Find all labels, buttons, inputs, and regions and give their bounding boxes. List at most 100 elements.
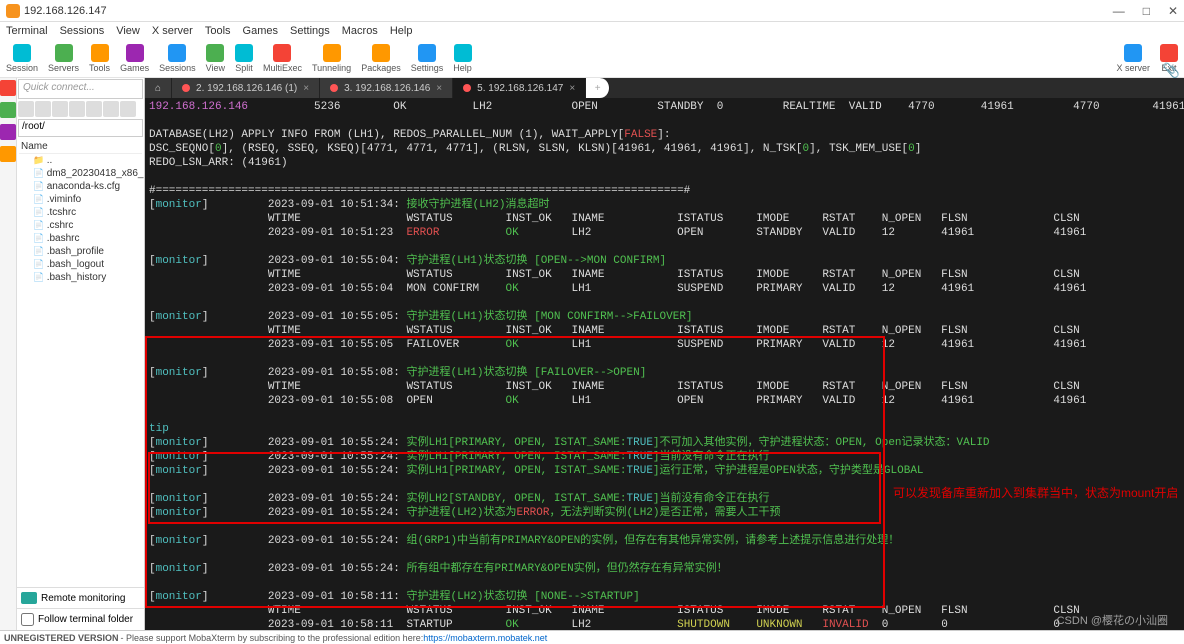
close-button[interactable]: ✕ [1168,4,1178,18]
menu-macros[interactable]: Macros [342,25,378,37]
rail-icon-3[interactable] [0,124,16,140]
split-icon [235,44,253,62]
tool-x-server[interactable]: X server [1116,44,1150,73]
tool-view[interactable]: View [206,44,225,73]
quick-connect-input[interactable]: Quick connect... [18,79,143,99]
follow-terminal-checkbox[interactable] [21,613,34,626]
menu-view[interactable]: View [116,25,140,37]
x server-icon [1124,44,1142,62]
remote-monitoring-label: Remote monitoring [41,593,125,604]
multiexec-icon [273,44,291,62]
file-item[interactable]: .viminfo [19,193,142,206]
games-icon [126,44,144,62]
file-item[interactable]: .bash_history [19,271,142,284]
file-item[interactable]: .cshrc [19,219,142,232]
menu-sessions[interactable]: Sessions [60,25,105,37]
tool-tools[interactable]: Tools [89,44,110,73]
tool-split[interactable]: Split [235,44,253,73]
tool-games[interactable]: Games [120,44,149,73]
help-icon [454,44,472,62]
maximize-button[interactable]: □ [1143,4,1150,18]
status-link[interactable]: https://mobaxterm.mobatek.net [423,633,547,643]
terminal-area: ⌂ 2. 192.168.126.146 (1) × 3. 192.168.126… [145,78,1184,630]
menu-settings[interactable]: Settings [290,25,330,37]
status-text: - Please support MobaXterm by subscribin… [121,633,424,643]
menu-tools[interactable]: Tools [205,25,231,37]
status-bar: UNREGISTERED VERSION - Please support Mo… [0,630,1184,644]
tool-settings[interactable]: Settings [411,44,444,73]
file-item[interactable]: .. [19,154,142,167]
follow-terminal-row[interactable]: Follow terminal folder [17,608,144,630]
tab-3-label: 3. 192.168.126.146 [344,83,430,94]
tool-sessions[interactable]: Sessions [159,44,196,73]
tab-close-icon[interactable]: × [303,83,309,94]
menu-xserver[interactable]: X server [152,25,193,37]
tab-3[interactable]: 3. 192.168.126.146 × [320,78,453,98]
minimize-button[interactable]: — [1113,4,1125,18]
highlight-box-inner [148,452,881,524]
menu-help[interactable]: Help [390,25,413,37]
rail-icon-4[interactable] [0,146,16,162]
tool-multiexec[interactable]: MultiExec [263,44,302,73]
tool-packages[interactable]: Packages [361,44,401,73]
path-icon-1[interactable] [18,101,34,117]
tab-2-label: 2. 192.168.126.146 (1) [196,83,297,94]
tab-home[interactable]: ⌂ [145,78,172,98]
menu-games[interactable]: Games [243,25,278,37]
view-icon [206,44,224,62]
paperclip-icon[interactable]: 📎 [1163,62,1180,79]
file-item[interactable]: .tcshrc [19,206,142,219]
main-area: Quick connect... /root/ Name ..dm8_20230… [0,78,1184,630]
session-icon [13,44,31,62]
status-dot-icon [463,84,471,92]
tab-new[interactable]: + [586,78,610,98]
path-icon-3[interactable] [52,101,68,117]
path-icon-7[interactable] [120,101,136,117]
file-item[interactable]: .bash_profile [19,245,142,258]
exit-icon [1160,44,1178,62]
rail-icon-2[interactable] [0,102,16,118]
path-toolbar [17,100,144,118]
file-item[interactable]: dm8_20230418_x86_rh6_64.iso [19,167,142,180]
home-icon: ⌂ [155,83,161,94]
tool-help[interactable]: Help [453,44,472,73]
tool-servers[interactable]: Servers [48,44,79,73]
remote-monitoring[interactable]: Remote monitoring [17,587,144,608]
sessions-icon [168,44,186,62]
rail-icon-1[interactable] [0,80,16,96]
file-header[interactable]: Name [19,140,142,154]
path-icon-2[interactable] [35,101,51,117]
path-icon-6[interactable] [103,101,119,117]
packages-icon [372,44,390,62]
tab-close-icon[interactable]: × [569,83,575,94]
tunneling-icon [323,44,341,62]
status-dot-icon [330,84,338,92]
settings-icon [418,44,436,62]
annotation-text: 可以发现备库重新加入到集群当中，状态为mount开启 [893,486,1178,500]
file-tree: Name ..dm8_20230418_x86_rh6_64.isoanacon… [17,138,144,587]
watermark: CSDN @樱花の小汕圈 [1057,612,1168,628]
file-item[interactable]: .bash_logout [19,258,142,271]
terminal-content[interactable]: 192.168.126.146 5236 OK LH2 OPEN STANDBY… [145,98,1184,630]
path-icon-4[interactable] [69,101,85,117]
status-dot-icon [182,84,190,92]
app-icon [6,4,20,18]
tab-close-icon[interactable]: × [436,83,442,94]
path-field[interactable]: /root/ [18,119,143,137]
tab-5[interactable]: 5. 192.168.126.147 × [453,78,586,98]
file-item[interactable]: anaconda-ks.cfg [19,180,142,193]
menu-bar: Terminal Sessions View X server Tools Ga… [0,22,1184,40]
tool-tunneling[interactable]: Tunneling [312,44,351,73]
menu-terminal[interactable]: Terminal [6,25,48,37]
window-title: 192.168.126.147 [24,5,1113,17]
file-item[interactable]: .bashrc [19,232,142,245]
toolbar: Session Servers Tools Games Sessions View Spli… [0,40,1184,78]
tab-2[interactable]: 2. 192.168.126.146 (1) × [172,78,320,98]
servers-icon [55,44,73,62]
sidebar-rail [0,78,17,630]
tool-session[interactable]: Session [6,44,38,73]
left-panel: Quick connect... /root/ Name ..dm8_20230… [17,78,145,630]
path-icon-5[interactable] [86,101,102,117]
title-bar: 192.168.126.147 — □ ✕ [0,0,1184,22]
tab-5-label: 5. 192.168.126.147 [477,83,563,94]
